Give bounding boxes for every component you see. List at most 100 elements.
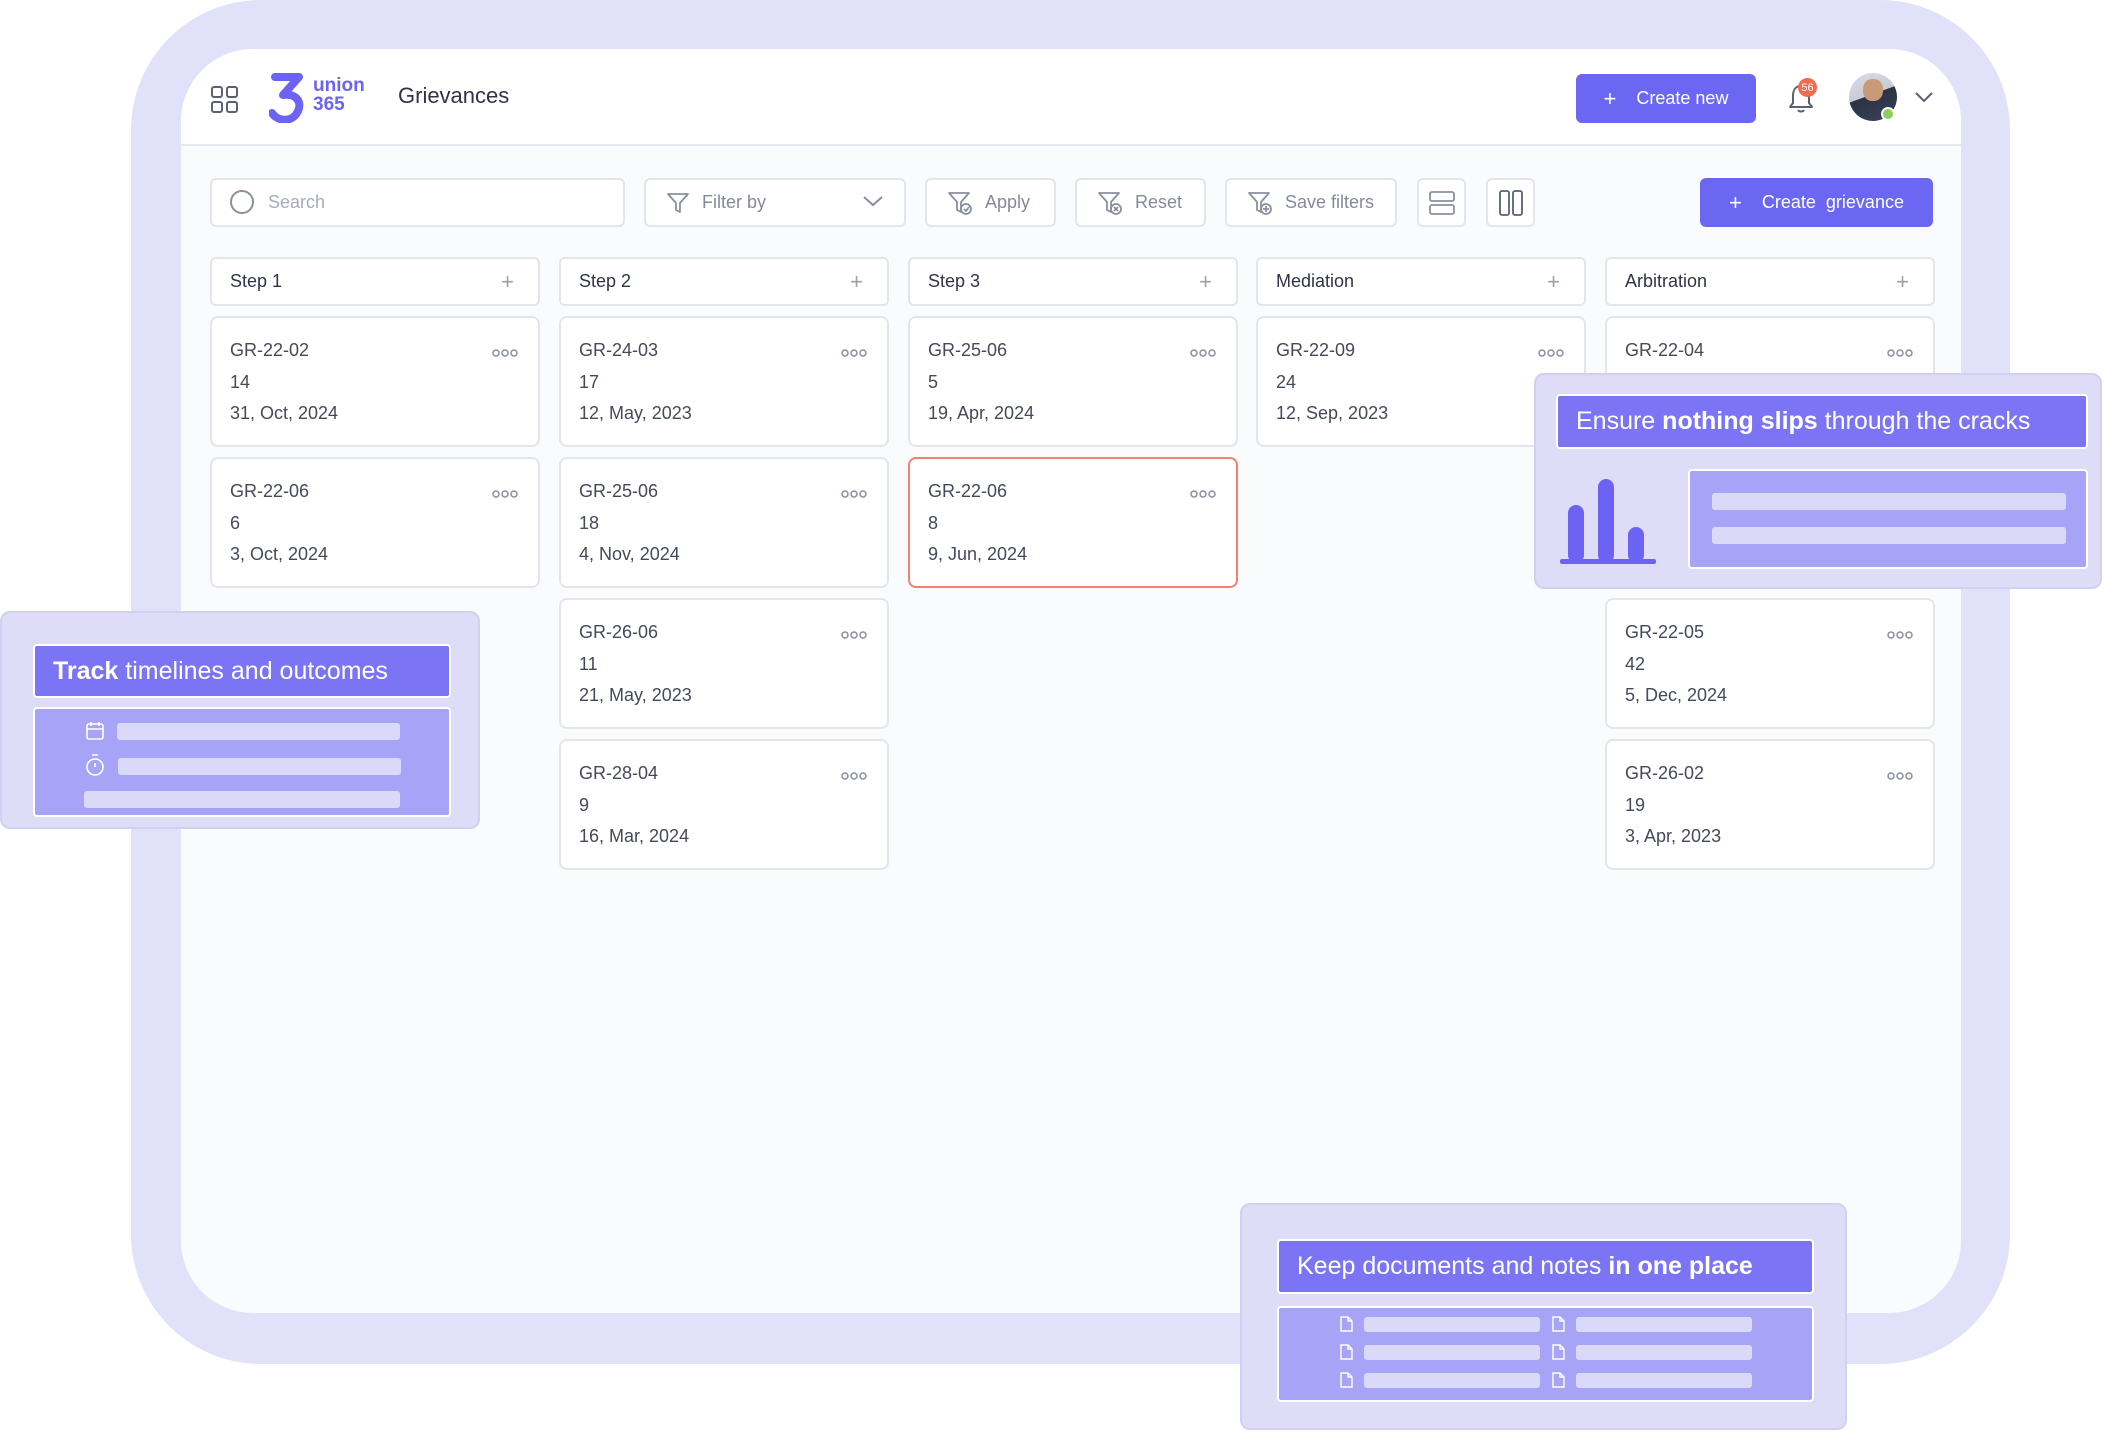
placeholder-bar xyxy=(1712,493,2066,510)
callout-title: Keep documents and notes in one place xyxy=(1277,1239,1814,1294)
add-card-icon[interactable]: + xyxy=(1199,271,1212,293)
card-date: 5, Dec, 2024 xyxy=(1625,685,1728,705)
save-filters-button[interactable]: Save filters xyxy=(1225,178,1397,227)
column-title: Mediation xyxy=(1276,271,1355,291)
add-card-icon[interactable]: + xyxy=(501,271,514,293)
column-view-toggle[interactable] xyxy=(1486,178,1535,227)
row-view-toggle[interactable] xyxy=(1417,178,1466,227)
calendar-icon xyxy=(86,722,104,740)
placeholder-bar xyxy=(1364,1345,1540,1360)
more-options-icon[interactable] xyxy=(1538,349,1564,357)
grievance-card-highlighted[interactable]: GR-22-06 8 9, Jun, 2024 xyxy=(908,457,1238,588)
add-card-icon[interactable]: + xyxy=(1547,271,1560,293)
grievance-card[interactable]: GR-28-04 9 16, Mar, 2024 xyxy=(559,739,889,870)
create-grievance-label: Create grievance xyxy=(1761,192,1904,212)
callout-title: Track timelines and outcomes xyxy=(33,644,451,698)
more-options-icon[interactable] xyxy=(1887,772,1913,780)
callout-title-bold: Track xyxy=(53,656,119,685)
column-title: Step 3 xyxy=(928,271,981,291)
callout-title-rest: timelines and outcomes xyxy=(118,656,388,685)
document-icon xyxy=(1340,1344,1353,1360)
document-icon xyxy=(1340,1372,1353,1388)
column-title: Step 1 xyxy=(230,271,283,291)
placeholder-bar xyxy=(1576,1345,1752,1360)
apply-filter-button[interactable]: Apply xyxy=(925,178,1056,227)
column-title: Step 2 xyxy=(579,271,632,291)
callout-title-bold: nothing slips xyxy=(1662,407,1818,435)
reset-filter-button[interactable]: Reset xyxy=(1075,178,1206,227)
chevron-down-icon[interactable] xyxy=(1914,91,1934,103)
grievance-card[interactable]: GR-22-06 6 3, Oct, 2024 xyxy=(210,457,540,588)
add-card-icon[interactable]: + xyxy=(1896,271,1909,293)
card-id: GR-22-06 xyxy=(230,481,310,501)
top-bar: union 365 Grievances + Create new 56 xyxy=(181,49,1961,146)
column-header-mediation: Mediation + xyxy=(1256,257,1586,306)
card-date: 12, Sep, 2023 xyxy=(1276,403,1389,423)
more-options-icon[interactable] xyxy=(1887,631,1913,639)
grievance-card[interactable]: GR-26-02 19 3, Apr, 2023 xyxy=(1605,739,1935,870)
column-header-step-3: Step 3 + xyxy=(908,257,1238,306)
callout-illustration xyxy=(1277,1306,1814,1402)
card-id: GR-22-06 xyxy=(928,481,1008,501)
grievance-card[interactable]: GR-25-06 18 4, Nov, 2024 xyxy=(559,457,889,588)
card-date: 9, Jun, 2024 xyxy=(928,544,1028,564)
card-id: GR-22-02 xyxy=(230,340,310,360)
more-options-icon[interactable] xyxy=(492,349,518,357)
search-box[interactable] xyxy=(210,178,625,227)
callout-title-bold: in one place xyxy=(1608,1252,1753,1280)
create-grievance-button[interactable]: + Create grievance xyxy=(1700,178,1933,227)
card-count: 17 xyxy=(579,371,600,392)
reset-label: Reset xyxy=(1135,192,1183,212)
card-count: 8 xyxy=(928,512,939,533)
filter-by-dropdown[interactable]: Filter by xyxy=(644,178,906,227)
placeholder-bar xyxy=(1576,1317,1752,1332)
more-options-icon[interactable] xyxy=(841,631,867,639)
more-options-icon[interactable] xyxy=(1190,349,1216,357)
grievance-card[interactable]: GR-22-02 14 31, Oct, 2024 xyxy=(210,316,540,447)
card-count: 5 xyxy=(928,371,939,392)
more-options-icon[interactable] xyxy=(492,490,518,498)
add-card-icon[interactable]: + xyxy=(850,271,863,293)
logo-text: union 365 xyxy=(313,76,365,114)
grievance-card[interactable]: GR-26-06 11 21, May, 2023 xyxy=(559,598,889,729)
more-options-icon[interactable] xyxy=(841,349,867,357)
avatar-face xyxy=(1863,79,1883,101)
card-id: GR-25-06 xyxy=(579,481,659,501)
create-new-button[interactable]: + Create new xyxy=(1576,74,1756,123)
search-input[interactable] xyxy=(268,192,608,213)
filter-icon xyxy=(667,192,689,213)
card-id: GR-22-04 xyxy=(1625,340,1705,360)
card-id: GR-26-06 xyxy=(579,622,659,642)
document-icon xyxy=(1552,1316,1565,1332)
card-date: 21, May, 2023 xyxy=(579,685,692,705)
card-id: GR-28-04 xyxy=(579,763,659,783)
grievance-card[interactable]: GR-25-06 5 19, Apr, 2024 xyxy=(908,316,1238,447)
callout-ensure-nothing-slips: Ensure nothing slips through the cracks xyxy=(1534,373,2102,589)
apply-label: Apply xyxy=(985,192,1031,212)
more-options-icon[interactable] xyxy=(841,490,867,498)
columns-layout-icon xyxy=(1498,189,1523,216)
rows-layout-icon xyxy=(1428,190,1455,215)
filter-by-label: Filter by xyxy=(702,192,767,212)
plus-icon: + xyxy=(1729,189,1742,215)
card-id: GR-25-06 xyxy=(928,340,1008,360)
plus-icon: + xyxy=(1603,85,1617,111)
filter-reset-icon xyxy=(1098,191,1122,215)
grievance-card[interactable]: GR-22-05 42 5, Dec, 2024 xyxy=(1605,598,1935,729)
card-count: 19 xyxy=(1625,794,1646,815)
card-count: 6 xyxy=(230,512,241,533)
stopwatch-icon xyxy=(86,754,104,776)
callout-title-pre: Keep documents and notes xyxy=(1297,1252,1609,1280)
column-title: Arbitration xyxy=(1625,271,1708,291)
apps-grid-icon[interactable] xyxy=(211,86,239,114)
more-options-icon[interactable] xyxy=(1887,349,1913,357)
more-options-icon[interactable] xyxy=(1190,490,1216,498)
card-id: GR-22-09 xyxy=(1276,340,1356,360)
grievance-card[interactable]: GR-24-03 17 12, May, 2023 xyxy=(559,316,889,447)
placeholder-bar xyxy=(1576,1373,1752,1388)
search-icon xyxy=(230,189,254,214)
online-status-dot xyxy=(1881,107,1895,121)
placeholder-bar xyxy=(118,758,401,775)
more-options-icon[interactable] xyxy=(841,772,867,780)
placeholder-bar xyxy=(1364,1373,1540,1388)
